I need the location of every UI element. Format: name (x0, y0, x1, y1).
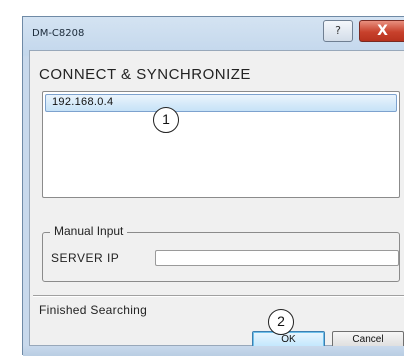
title-bar[interactable]: DM-C8208 ? X (23, 17, 404, 49)
help-button[interactable]: ? (323, 20, 353, 42)
server-list-item[interactable]: 192.168.0.4 (45, 94, 397, 112)
help-icon: ? (335, 24, 341, 37)
callout-2: 2 (268, 309, 294, 335)
close-button[interactable]: X (359, 20, 404, 42)
dialog-heading: CONNECT & SYNCHRONIZE (39, 66, 251, 83)
window-title: DM-C8208 (32, 28, 85, 39)
manual-input-group: Manual Input SERVER IP (42, 224, 400, 282)
server-list[interactable]: 192.168.0.4 (42, 91, 400, 198)
server-ip-input[interactable] (155, 250, 399, 266)
close-icon: X (377, 23, 388, 39)
server-ip-label: SERVER IP (51, 251, 120, 265)
status-text: Finished Searching (39, 303, 148, 317)
dialog-window: DM-C8208 ? X CONNECT & SYNCHRONIZE 192.1… (22, 16, 404, 356)
callout-1: 1 (153, 107, 179, 133)
divider (33, 295, 404, 297)
manual-input-legend: Manual Input (50, 224, 128, 238)
dialog-body: CONNECT & SYNCHRONIZE 192.168.0.4 1 Manu… (29, 50, 404, 349)
server-address: 192.168.0.4 (52, 96, 114, 108)
